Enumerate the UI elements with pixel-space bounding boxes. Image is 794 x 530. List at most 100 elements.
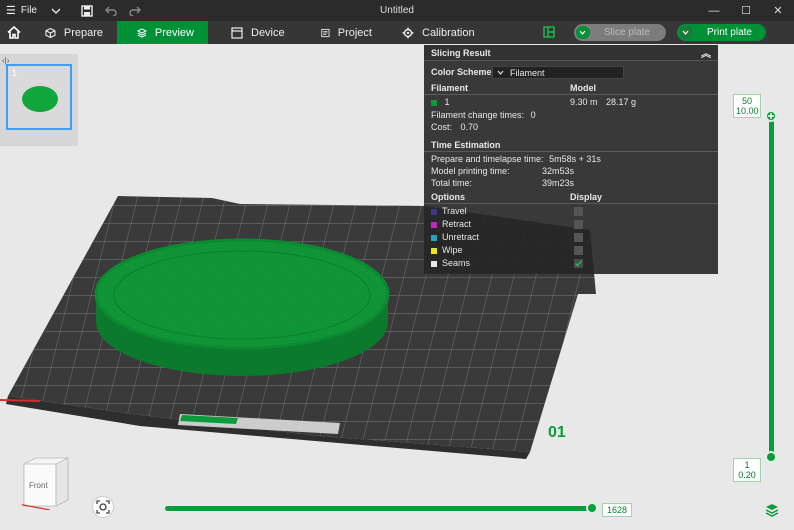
prepare-time-value: 5m58s + 31s	[549, 154, 601, 164]
file-menu-label: File	[20, 5, 37, 16]
option-retract: Retract	[431, 219, 471, 229]
tab-calibration-label: Calibration	[422, 26, 475, 39]
slice-plate-group: Slice plate	[573, 24, 666, 41]
cost-label: Cost:	[431, 122, 453, 132]
tab-prepare[interactable]: Prepare	[27, 21, 117, 44]
maximize-button[interactable]: ☐	[730, 0, 762, 21]
model-time-value: 32m53s	[542, 166, 575, 176]
option-travel: Travel	[431, 206, 467, 216]
redo-button[interactable]	[129, 0, 141, 21]
redo-icon	[129, 6, 141, 16]
filament-header: Filament	[431, 83, 469, 93]
slicing-result-panel: Slicing Result ︽ Color Scheme Filament F…	[424, 45, 718, 274]
filament-row: 1	[431, 97, 450, 107]
tab-preview[interactable]: Preview	[117, 21, 208, 44]
layer-slider-track[interactable]	[769, 116, 774, 457]
move-slider-handle[interactable]	[586, 502, 598, 514]
plate-thumbnail-model	[22, 86, 58, 112]
retract-color-swatch	[431, 221, 437, 228]
seams-color-swatch	[431, 260, 437, 267]
view-cube-face-label: Front	[29, 481, 48, 490]
model-header: Model	[570, 83, 596, 93]
options-header: Options	[431, 192, 465, 202]
tab-preview-label: Preview	[154, 26, 194, 39]
wipe-display-checkbox[interactable]	[574, 246, 583, 255]
slice-plate-button[interactable]: Slice plate	[590, 27, 664, 38]
total-time-value: 39m23s	[542, 178, 575, 188]
option-wipe: Wipe	[431, 245, 463, 255]
save-button[interactable]	[81, 0, 93, 21]
plate-thumbnail[interactable]: 1	[6, 64, 72, 130]
plate-list-panel: ‹|› 1	[0, 54, 78, 146]
save-icon	[81, 4, 93, 17]
file-dropdown-button[interactable]	[51, 0, 61, 21]
retract-display-checkbox[interactable]	[574, 220, 583, 229]
plate-thumbnail-number: 1	[12, 68, 18, 78]
filament-color-swatch	[431, 99, 437, 106]
tab-project[interactable]: Project	[302, 21, 386, 44]
slicing-result-title: Slicing Result	[431, 47, 491, 58]
title-bar: ☰ File Untitled — ☐ ✕	[0, 0, 794, 21]
3d-viewport[interactable]: 01 ‹|› 1 Slicing Result ︽ Color Scheme F…	[0, 44, 794, 530]
print-plate-button[interactable]: Print plate	[693, 27, 764, 38]
chevron-down-icon	[497, 70, 504, 75]
unretract-display-checkbox[interactable]	[574, 233, 583, 242]
layer-slider-top-handle[interactable]	[765, 110, 777, 122]
option-seams: Seams	[431, 258, 470, 268]
minimize-button[interactable]: —	[698, 0, 730, 21]
layer-slider-top-label: 50 10.00	[733, 94, 761, 118]
menu-button[interactable]: ☰ File	[0, 0, 37, 21]
plate-number-label: 01	[548, 424, 566, 441]
model-weight: 28.17 g	[606, 97, 637, 107]
bottom-layer-height: 0.20	[738, 470, 756, 480]
travel-color-swatch	[431, 208, 437, 215]
print-dropdown-button[interactable]	[678, 26, 693, 39]
model-length: 9.30 m	[570, 97, 598, 107]
tab-device-label: Device	[251, 26, 285, 39]
tab-device[interactable]: Device	[208, 21, 302, 44]
prepare-time-label: Prepare and timelapse time:	[431, 154, 544, 164]
filament-change-value: 0	[530, 110, 536, 120]
option-unretract-label: Unretract	[442, 232, 480, 242]
close-button[interactable]: ✕	[762, 0, 794, 21]
tab-prepare-label: Prepare	[63, 26, 103, 39]
seams-display-checkbox[interactable]	[574, 259, 583, 268]
move-slider-value: 1628	[602, 503, 633, 517]
color-scheme-select[interactable]: Filament	[492, 66, 624, 79]
slice-dropdown-button[interactable]	[575, 26, 590, 39]
divider	[424, 151, 718, 152]
main-toolbar: Prepare Preview Device Project Calibrati…	[0, 21, 794, 44]
undo-button[interactable]	[105, 0, 117, 21]
sidebar-layout-icon[interactable]	[543, 26, 555, 38]
hamburger-icon: ☰	[6, 5, 16, 17]
home-icon	[6, 26, 21, 39]
layer-slider-bottom-handle[interactable]	[765, 451, 777, 463]
color-scheme-value: Filament	[510, 67, 545, 78]
view-cube[interactable]: Front	[22, 454, 70, 510]
display-header: Display	[570, 192, 603, 202]
model-time-label: Model printing time:	[431, 166, 510, 176]
option-travel-label: Travel	[442, 206, 467, 216]
layer-slider-bottom-label: 1 0.20	[733, 458, 761, 482]
plus-icon	[768, 113, 774, 119]
travel-display-checkbox[interactable]	[574, 207, 583, 216]
calibration-icon	[402, 27, 414, 38]
layers-toggle-icon[interactable]	[764, 502, 780, 518]
chevron-down-icon	[683, 30, 689, 35]
wipe-color-swatch	[431, 247, 437, 254]
home-button[interactable]	[0, 21, 27, 44]
time-estimation-header: Time Estimation	[431, 140, 501, 150]
tab-calibration[interactable]: Calibration	[386, 21, 489, 44]
option-unretract: Unretract	[431, 232, 479, 242]
window-title: Untitled	[380, 5, 414, 16]
device-icon	[231, 26, 243, 39]
bottom-layer-number: 1	[744, 460, 750, 470]
option-wipe-label: Wipe	[442, 245, 463, 255]
cost-row: Cost: 0.70	[431, 122, 478, 132]
collapse-panel-icon[interactable]: ︽	[701, 45, 711, 60]
move-slider-track[interactable]	[165, 506, 595, 511]
camera-view-button[interactable]	[92, 496, 114, 518]
filament-change-row: Filament change times: 0	[431, 110, 536, 120]
option-retract-label: Retract	[442, 219, 472, 229]
undo-icon	[105, 6, 117, 16]
